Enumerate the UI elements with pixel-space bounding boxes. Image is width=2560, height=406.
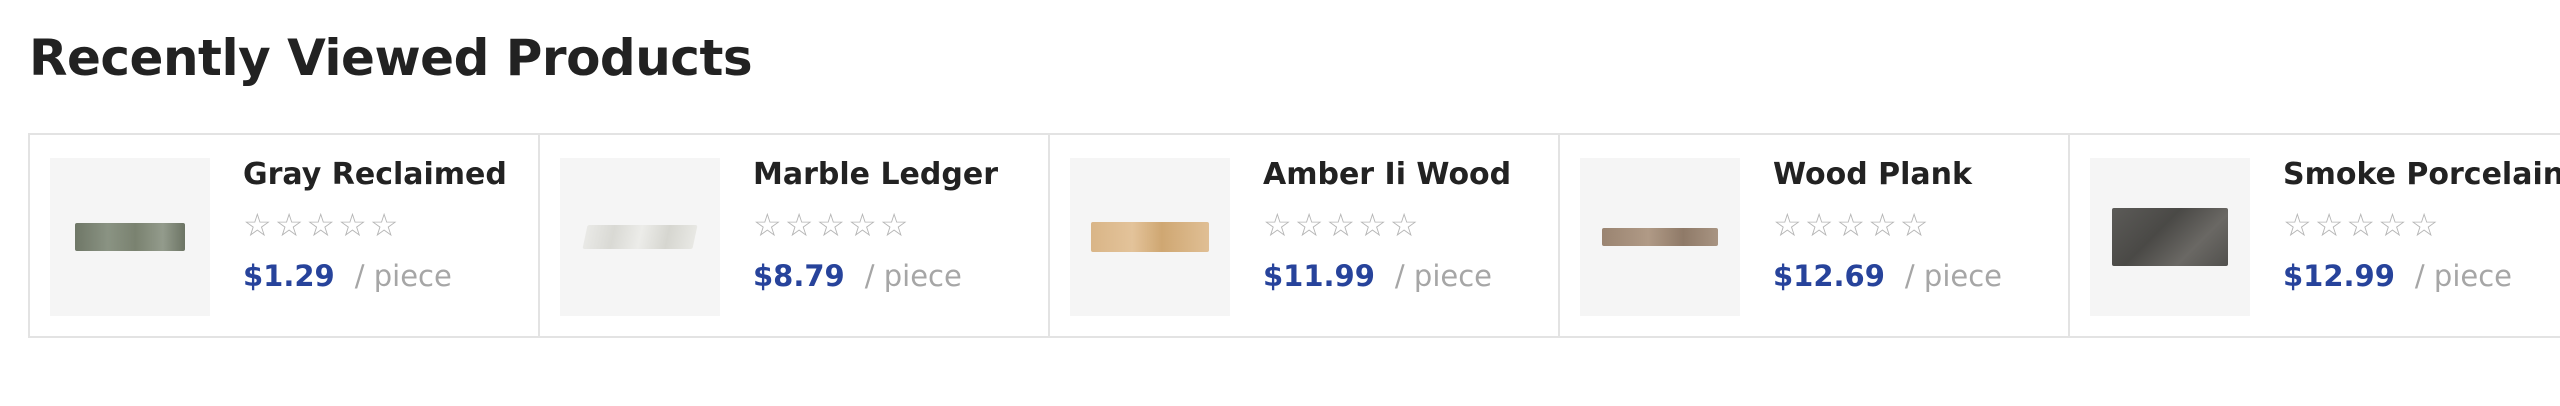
rating-stars: ☆ ☆ ☆ ☆ ☆ xyxy=(1263,209,1548,241)
product-card[interactable]: Marble Ledger ☆ ☆ ☆ ☆ ☆ $8.79 / piece xyxy=(540,135,1050,336)
price-row: $8.79 / piece xyxy=(753,259,1038,293)
price-unit: / piece xyxy=(354,259,452,293)
wood-plank-tile-image xyxy=(1602,228,1718,246)
section-title: Recently Viewed Products xyxy=(29,29,753,87)
gray-tile-image xyxy=(75,223,185,251)
product-name[interactable]: Smoke Porcelain xyxy=(2283,155,2560,195)
star-outline-icon: ☆ xyxy=(243,206,272,244)
product-info: Smoke Porcelain ☆ ☆ ☆ ☆ ☆ $12.99 / piece xyxy=(2283,155,2560,293)
product-name[interactable]: Gray Reclaimed xyxy=(243,155,528,195)
product-image[interactable] xyxy=(1580,158,1740,316)
star-outline-icon: ☆ xyxy=(274,206,304,244)
product-info: Marble Ledger ☆ ☆ ☆ ☆ ☆ $8.79 / piece xyxy=(753,155,1038,293)
price-row: $12.69 / piece xyxy=(1773,259,2058,293)
star-outline-icon: ☆ xyxy=(1773,206,1802,244)
product-price: $12.69 xyxy=(1773,259,1885,293)
product-price: $1.29 xyxy=(243,259,335,293)
star-outline-icon: ☆ xyxy=(879,206,909,244)
star-outline-icon: ☆ xyxy=(1326,206,1356,244)
star-outline-icon: ☆ xyxy=(2409,206,2439,244)
product-card[interactable]: Wood Plank ☆ ☆ ☆ ☆ ☆ $12.69 / piece xyxy=(1560,135,2070,336)
product-card[interactable]: Amber Ii Wood ☆ ☆ ☆ ☆ ☆ $11.99 / piece xyxy=(1050,135,1560,336)
product-image[interactable] xyxy=(1070,158,1230,316)
star-outline-icon: ☆ xyxy=(306,206,336,244)
rating-stars: ☆ ☆ ☆ ☆ ☆ xyxy=(1773,209,2058,241)
star-outline-icon: ☆ xyxy=(1263,206,1292,244)
product-image[interactable] xyxy=(2090,158,2250,316)
price-unit: / piece xyxy=(2414,259,2513,293)
star-outline-icon: ☆ xyxy=(369,206,399,244)
product-name[interactable]: Amber Ii Wood xyxy=(1263,155,1548,195)
star-outline-icon: ☆ xyxy=(753,206,782,244)
star-outline-icon: ☆ xyxy=(1358,206,1387,244)
product-info: Gray Reclaimed ☆ ☆ ☆ ☆ ☆ $1.29 / piece xyxy=(243,155,528,293)
star-outline-icon: ☆ xyxy=(1294,206,1324,244)
amber-wood-tile-image xyxy=(1091,222,1209,252)
price-row: $12.99 / piece xyxy=(2283,259,2560,293)
product-name[interactable]: Marble Ledger xyxy=(753,155,1038,195)
star-outline-icon: ☆ xyxy=(2378,206,2407,244)
recently-viewed-section: Recently Viewed Products Gray Reclaimed … xyxy=(0,0,2560,406)
price-unit: / piece xyxy=(1904,259,2003,293)
star-outline-icon: ☆ xyxy=(1389,206,1419,244)
rating-stars: ☆ ☆ ☆ ☆ ☆ xyxy=(243,209,528,241)
star-outline-icon: ☆ xyxy=(2346,206,2376,244)
product-list: Gray Reclaimed ☆ ☆ ☆ ☆ ☆ $1.29 / piece M… xyxy=(28,133,2560,338)
product-name[interactable]: Wood Plank xyxy=(1773,155,2058,195)
star-outline-icon: ☆ xyxy=(1804,206,1834,244)
marble-tile-image xyxy=(582,225,698,249)
product-price: $8.79 xyxy=(753,259,845,293)
price-unit: / piece xyxy=(1394,259,1493,293)
smoke-porcelain-tile-image xyxy=(2112,208,2228,266)
product-card[interactable]: Smoke Porcelain ☆ ☆ ☆ ☆ ☆ $12.99 / piece xyxy=(2070,135,2560,336)
star-outline-icon: ☆ xyxy=(338,206,367,244)
product-info: Wood Plank ☆ ☆ ☆ ☆ ☆ $12.69 / piece xyxy=(1773,155,2058,293)
product-info: Amber Ii Wood ☆ ☆ ☆ ☆ ☆ $11.99 / piece xyxy=(1263,155,1548,293)
product-price: $11.99 xyxy=(1263,259,1375,293)
star-outline-icon: ☆ xyxy=(816,206,846,244)
product-price: $12.99 xyxy=(2283,259,2395,293)
star-outline-icon: ☆ xyxy=(2283,206,2312,244)
star-outline-icon: ☆ xyxy=(1868,206,1897,244)
star-outline-icon: ☆ xyxy=(1836,206,1866,244)
product-image[interactable] xyxy=(560,158,720,316)
price-row: $11.99 / piece xyxy=(1263,259,1548,293)
star-outline-icon: ☆ xyxy=(848,206,877,244)
star-outline-icon: ☆ xyxy=(2314,206,2344,244)
rating-stars: ☆ ☆ ☆ ☆ ☆ xyxy=(753,209,1038,241)
product-card[interactable]: Gray Reclaimed ☆ ☆ ☆ ☆ ☆ $1.29 / piece xyxy=(30,135,540,336)
price-row: $1.29 / piece xyxy=(243,259,528,293)
product-image[interactable] xyxy=(50,158,210,316)
price-unit: / piece xyxy=(864,259,962,293)
star-outline-icon: ☆ xyxy=(784,206,814,244)
rating-stars: ☆ ☆ ☆ ☆ ☆ xyxy=(2283,209,2560,241)
star-outline-icon: ☆ xyxy=(1899,206,1929,244)
